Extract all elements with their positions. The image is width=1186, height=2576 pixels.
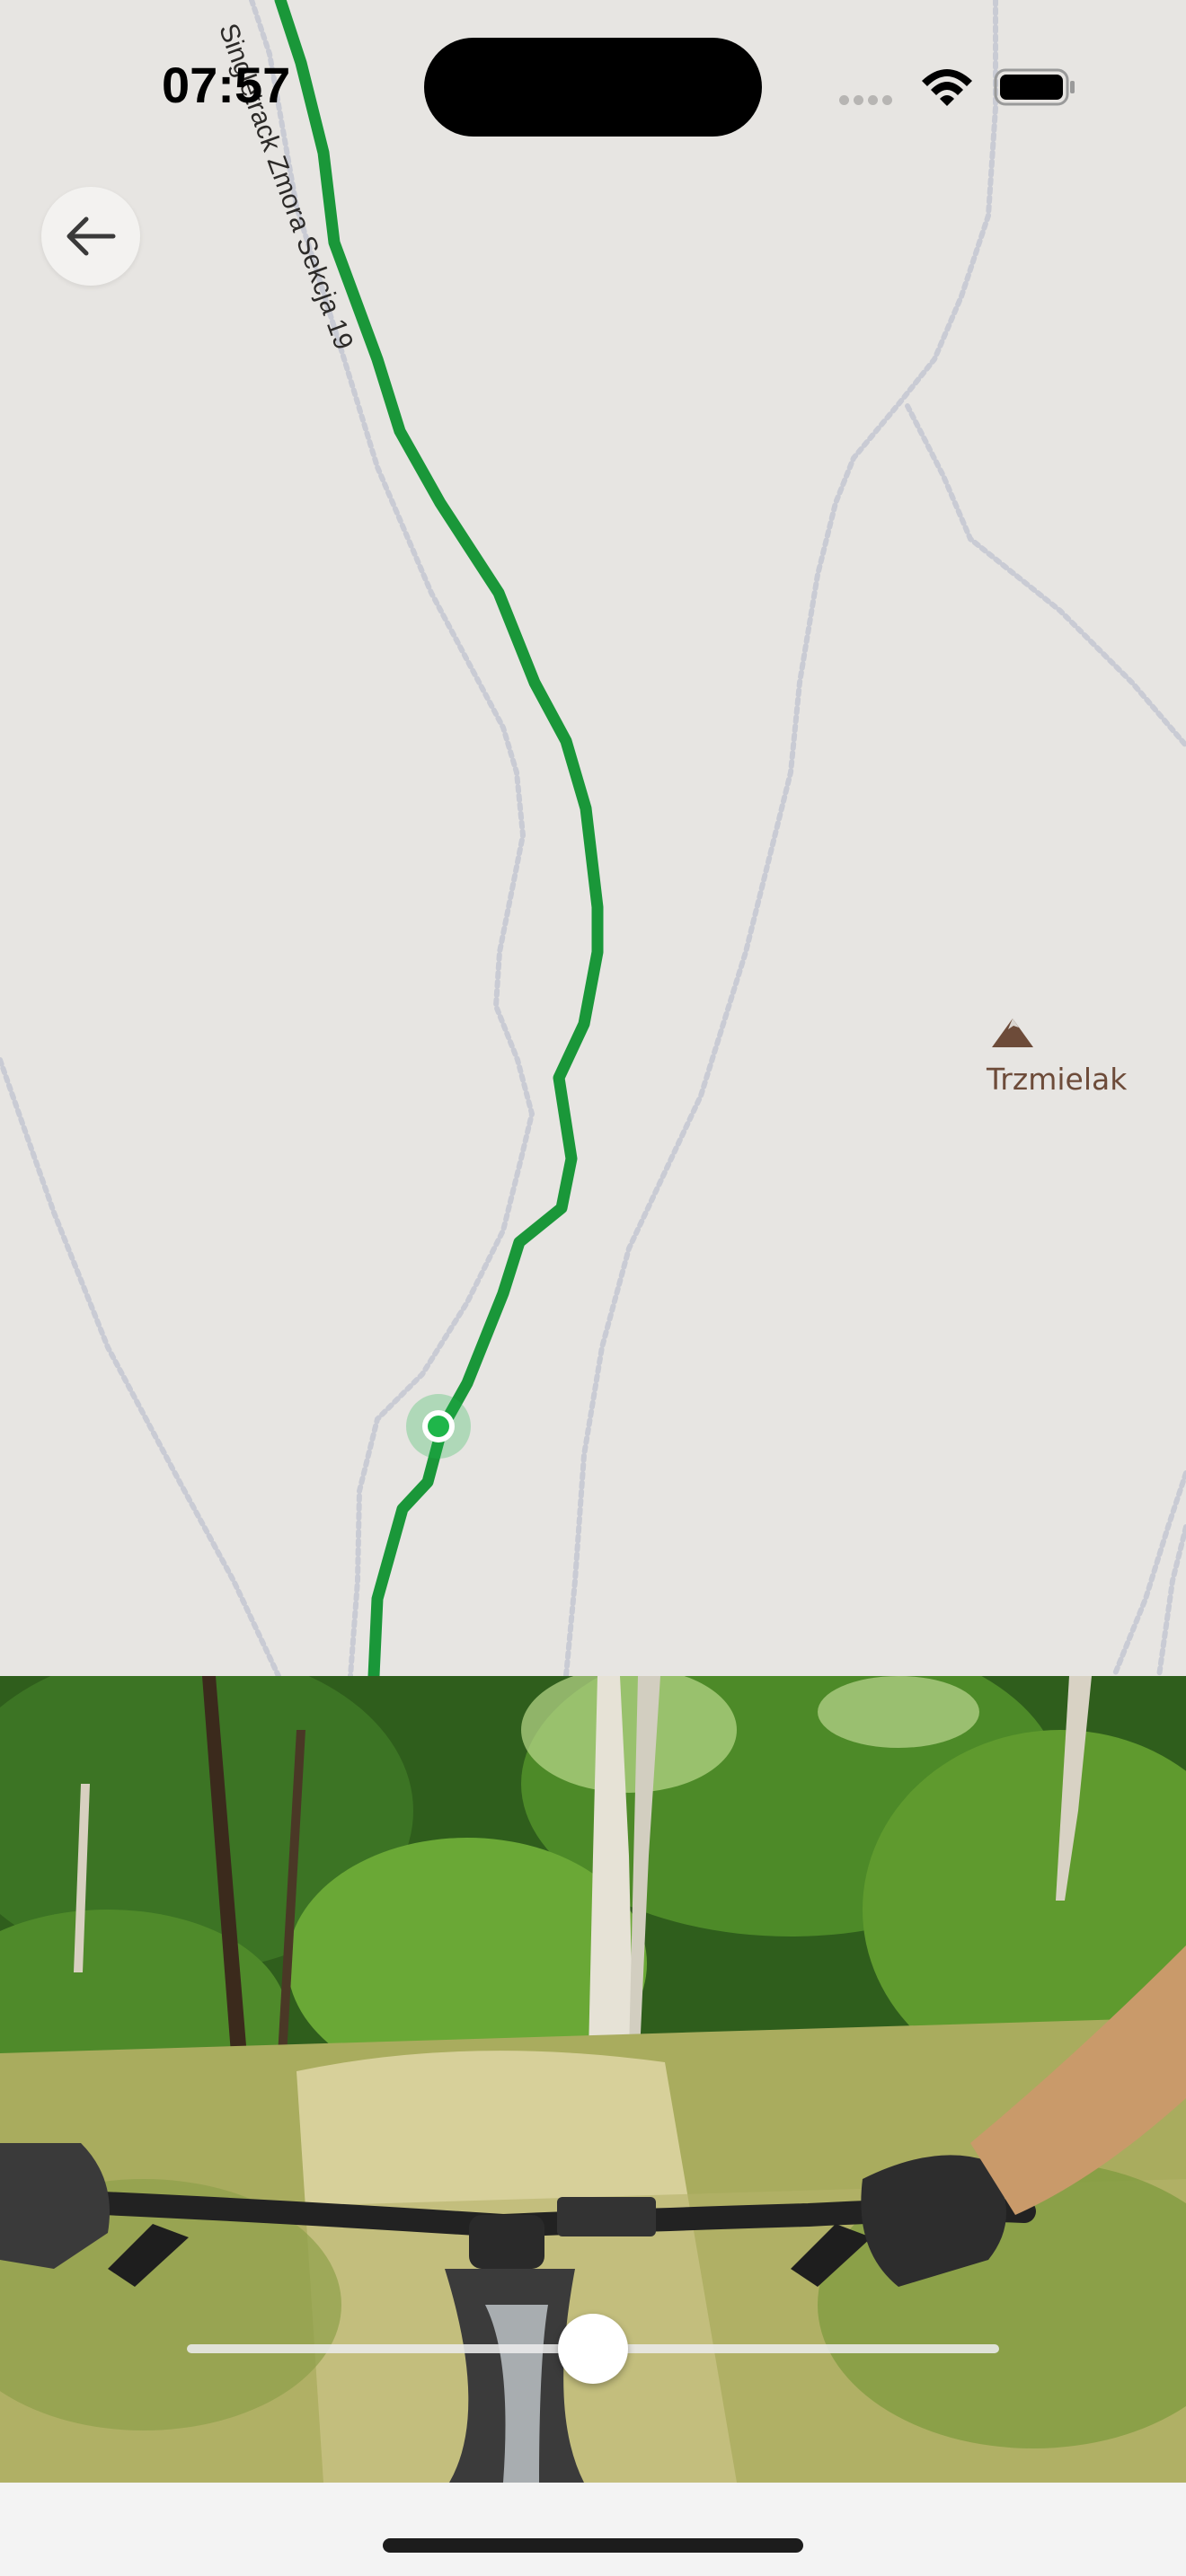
footpath-line [563,0,998,1676]
map-view[interactable]: Singletrack Zmora Sekcja 19 Trzmielak [0,0,1186,1676]
footpath-line [0,1057,281,1676]
bottom-bar [0,2483,1186,2576]
video-scrubber-thumb[interactable] [558,2314,628,2384]
map-canvas[interactable] [0,0,1186,1676]
dynamic-island [424,38,762,137]
home-indicator[interactable] [383,2538,803,2553]
peak-name-label: Trzmielak [987,1062,1128,1097]
arrow-left-icon [66,216,116,256]
battery-icon [994,68,1075,106]
status-time: 07:57 [162,57,291,113]
wifi-icon [922,69,972,106]
back-button[interactable] [41,187,140,286]
footpath-line [905,403,1186,748]
cellular-signal-icon [839,93,897,110]
